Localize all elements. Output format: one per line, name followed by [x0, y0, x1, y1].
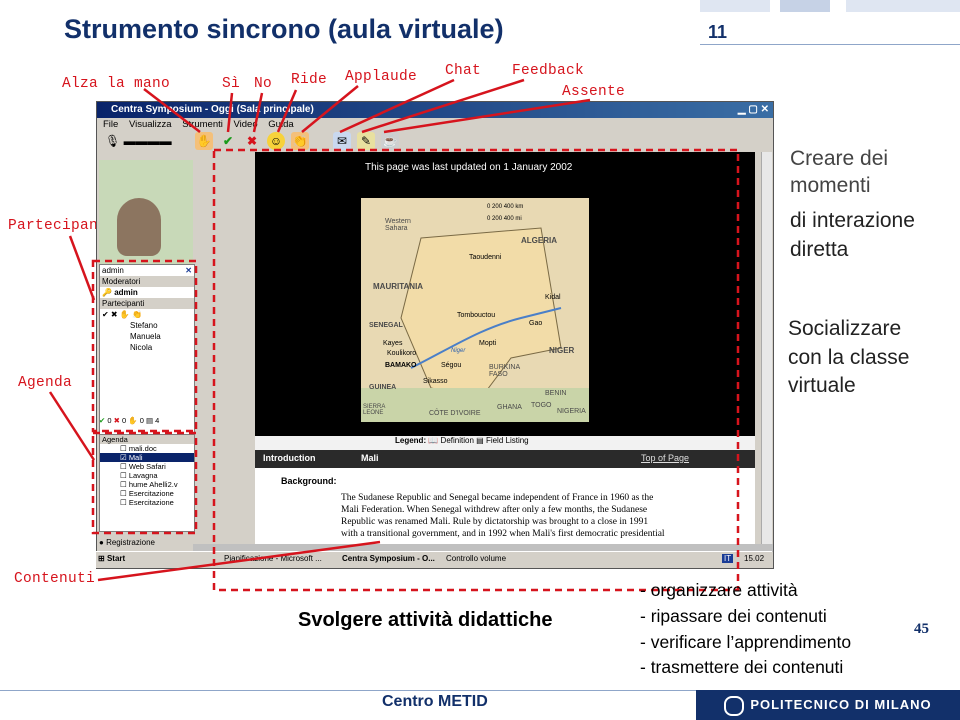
arrow-agenda — [48, 391, 96, 461]
arrow-ride — [276, 89, 298, 133]
arrow-no — [252, 92, 264, 133]
arrow-alza — [143, 88, 201, 133]
right-line-1b: momenti — [790, 174, 871, 197]
right-line-2a: di interazione — [790, 209, 915, 232]
activity-item: - ripassare dei contenuti — [640, 606, 827, 626]
page-reference: 45 — [914, 621, 929, 637]
right-line-3c: virtuale — [788, 374, 856, 397]
arrow-feedback — [361, 78, 525, 134]
right-line-3b: con la classe — [788, 346, 910, 369]
activity-item: - organizzare attività — [640, 580, 798, 600]
agenda-highlight — [91, 431, 198, 535]
polimi-logo-text: POLITECNICO DI MILANO — [750, 697, 932, 712]
arrow-partecipanti — [68, 235, 96, 301]
arrow-si — [226, 92, 234, 133]
activity-item: - verificare l’apprendimento — [640, 632, 852, 652]
footer-centro-metid: Centro METID — [382, 693, 488, 710]
arrow-applaude — [301, 85, 359, 133]
right-line-3a: Socializzare — [788, 317, 902, 340]
right-line-2b: diretta — [790, 238, 849, 261]
activity-item: - trasmettere dei contenuti — [640, 657, 844, 677]
arrow-contenuti — [97, 540, 381, 582]
content-highlight — [212, 148, 740, 592]
polimi-logo-mark — [724, 695, 745, 716]
polimi-logo: POLITECNICO DI MILANO — [696, 690, 960, 720]
right-line-1a: Creare dei — [790, 147, 889, 170]
participants-highlight — [91, 259, 198, 433]
bottom-caption: Svolgere attività didattiche — [298, 609, 553, 631]
